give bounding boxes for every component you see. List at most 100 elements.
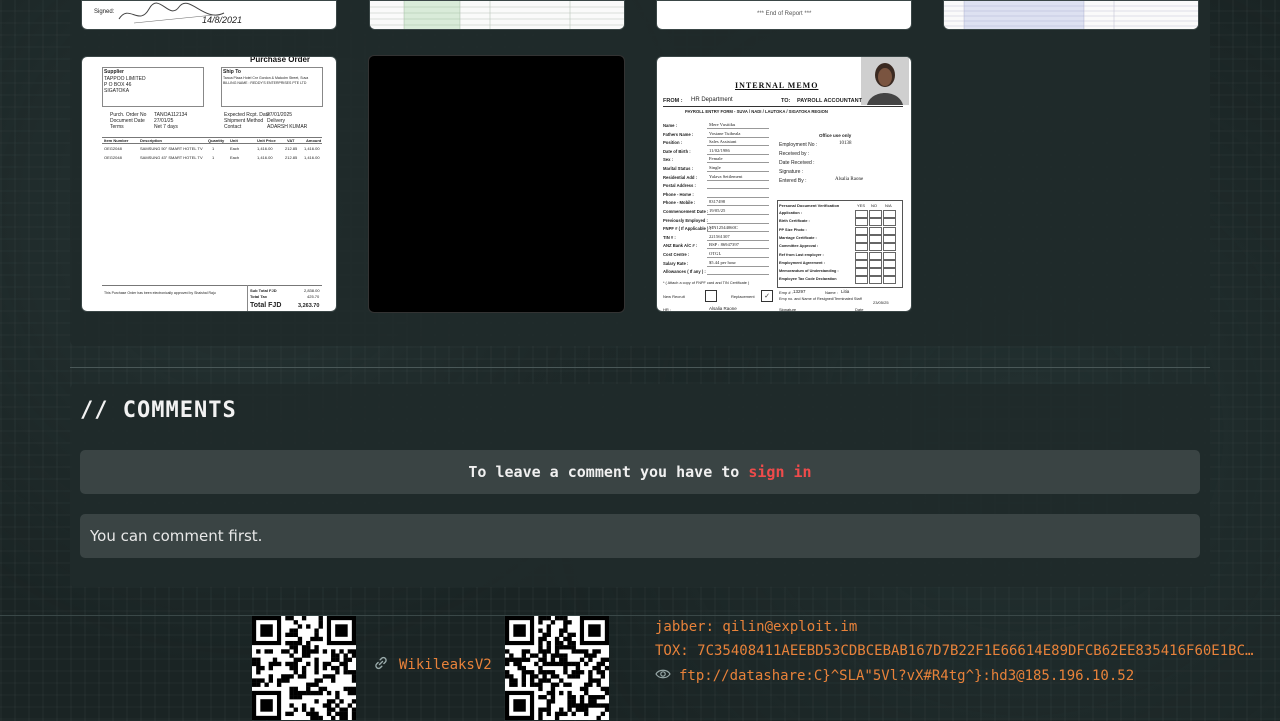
memo-field-underline (707, 128, 769, 129)
memo-check-label: Committee Approval : (779, 244, 819, 249)
memo-name2-label: Name : (825, 290, 838, 295)
memo-field-label: Name : (663, 123, 677, 128)
memo-check-cell (883, 234, 896, 243)
memo-check-label: Ref from Last employer : (779, 252, 824, 257)
memo-check-label: Marriage Certificate : (779, 235, 817, 240)
memo-check-cell (883, 218, 896, 227)
memo-field-value: 11/02/1986 (709, 147, 730, 153)
qr-code-left (252, 616, 356, 720)
memo-hr-name: Alsalia Raone (709, 306, 737, 311)
po-supplier-label: Supplier (104, 69, 125, 75)
memo-check-cell (869, 226, 882, 235)
end-of-report-text: *** End of Report *** (757, 11, 812, 17)
memo-field-label: Postal Address : (663, 183, 696, 189)
memo-check-label: Application : (779, 211, 802, 215)
memo-field-underline (707, 257, 769, 258)
tox-contact[interactable]: TOX: 7C35408411AEEBD53CDBCEBAB167D7B22F1… (655, 643, 1277, 659)
memo-yes-header: YES (857, 203, 866, 208)
ftp-link[interactable]: ftp://datashare:C}^SLA"5Vl?vX#R4tg^}:hd3… (679, 668, 1134, 684)
memo-field-label: FNPF # ( If Applicable ) : (663, 226, 712, 232)
memo-rule (663, 106, 903, 107)
memo-field-label: Allowances ( If any ) : (663, 269, 706, 275)
memo-field-value: BSP : 86947397 (709, 242, 739, 248)
po-row-amount: 1,416.00 (304, 146, 320, 151)
mirror-link[interactable]: WikileaksV2 (399, 657, 492, 673)
memo-check-cell (883, 226, 896, 235)
memo-title: INTERNAL MEMO (735, 81, 819, 90)
memo-field-underline (707, 265, 769, 267)
memo-check-cell (855, 268, 868, 277)
memo-field-underline (707, 171, 769, 172)
memo-emp-value: 13297 (793, 289, 806, 294)
memo-field-label: Position : (663, 140, 683, 146)
mirror-link-row[interactable]: WikileaksV2 (373, 655, 492, 675)
memo-check-cell (855, 226, 868, 235)
gallery-thumb-report-end[interactable]: *** End of Report *** (656, 0, 912, 30)
memo-field-label: ANZ Bank A/C # : (663, 243, 698, 249)
gallery-thumb-purchase-order[interactable]: Purchase Order Supplier TAPPOO LIMITED P… (81, 56, 337, 312)
po-contact: ADARSH KUMAR (267, 124, 308, 130)
memo-field-underline (707, 145, 769, 147)
memo-check-label: Birth Certificate : (779, 219, 810, 224)
memo-verification-title: Personal Document Verification (779, 203, 840, 208)
memo-field-label: Phone - Mobile : (663, 200, 696, 206)
memo-fnpf-note: * ( Attach a copy of FNPF card and TIN C… (663, 281, 750, 285)
memo-from: HR Department (691, 97, 733, 103)
gallery-thumb-blank[interactable] (368, 55, 625, 313)
memo-check-cell (855, 210, 868, 218)
po-subtotal: 2,838.00 (304, 288, 320, 293)
po-row-desc: SAMSUNG 43" SMART HOTEL TV (140, 155, 203, 160)
gallery-thumb-signed[interactable]: Signed: 14/8/2021 (81, 0, 337, 30)
spreadsheet-preview (944, 1, 1198, 29)
po-billing: BILLING NAME : REDDY'S ENTERPRISES PTE L… (223, 81, 307, 85)
qr-code-right (505, 616, 609, 720)
memo-check-cell (855, 251, 868, 260)
memo-sig-label: Signature (779, 307, 797, 312)
po-supplier-city: SIGATOKA (104, 88, 130, 94)
signin-link[interactable]: sign in (748, 463, 811, 481)
signed-date: 14/8/2021 (202, 15, 243, 25)
po-row-price: 1,416.00 (257, 146, 273, 151)
memo-emp-no: 10138 (839, 141, 852, 146)
memo-check-cell (883, 243, 896, 252)
memo-drop-note: Emp no. and Name of Resigned/Terminated … (779, 297, 862, 301)
memo-field-label: Date of Birth : (663, 148, 691, 154)
memo-field-label: Salary Rate : (663, 260, 689, 266)
memo-field-value: OTGL (709, 251, 722, 256)
memo-check-cell (869, 268, 882, 277)
comments-title: // COMMENTS (80, 398, 237, 423)
memo-field-value: 221561307 (709, 233, 730, 239)
memo-emp-label: Emp # : (779, 290, 793, 295)
signed-label: Signed: (94, 9, 115, 15)
memo-field-underline (707, 162, 769, 164)
memo-field-underline (707, 222, 769, 224)
memo-field-value: Vosiane Tuibeala (709, 130, 741, 136)
memo-check-label: Employment Agreement : (779, 260, 825, 265)
memo-check-cell (883, 251, 896, 260)
memo-check-cell (883, 268, 896, 277)
memo-emp-no-label: Employment No : (779, 142, 818, 148)
jabber-contact[interactable]: jabber: qilin@exploit.im (655, 619, 857, 635)
memo-field-label: Fathers Name : (663, 131, 694, 137)
memo-field-underline (707, 179, 769, 181)
gallery-thumb-spreadsheet-1[interactable] (369, 0, 625, 30)
memo-check-cell (855, 276, 868, 285)
link-icon (373, 655, 389, 675)
signin-prefix: To leave a comment you have to (468, 463, 749, 481)
signin-prompt: To leave a comment you have to sign in (80, 450, 1200, 494)
memo-field-label: Residential Add : (663, 174, 698, 180)
gallery-thumb-spreadsheet-2[interactable] (943, 0, 1199, 30)
section-divider (70, 367, 1210, 368)
memo-to: PAYROLL ACCOUNTANT (797, 98, 862, 104)
memo-field-underline (707, 196, 769, 198)
po-total: 3,263.70 (298, 303, 320, 309)
gallery-thumb-internal-memo[interactable]: INTERNAL MEMO FROM : HR Department TO: P… (656, 56, 912, 312)
memo-office-use: Office use only (819, 133, 852, 138)
memo-field-underline (707, 274, 769, 276)
po-totaltax-label: Total Tax (250, 294, 267, 299)
po-terms-label: Terms (110, 124, 124, 130)
memo-field-underline (707, 231, 769, 233)
po-shipto-address: Tanoa Plaza Hotel Cnr Gordon & Malcolm S… (223, 76, 309, 80)
memo-check-cell (869, 243, 882, 252)
memo-date-value: 23/05/25 (873, 300, 889, 305)
